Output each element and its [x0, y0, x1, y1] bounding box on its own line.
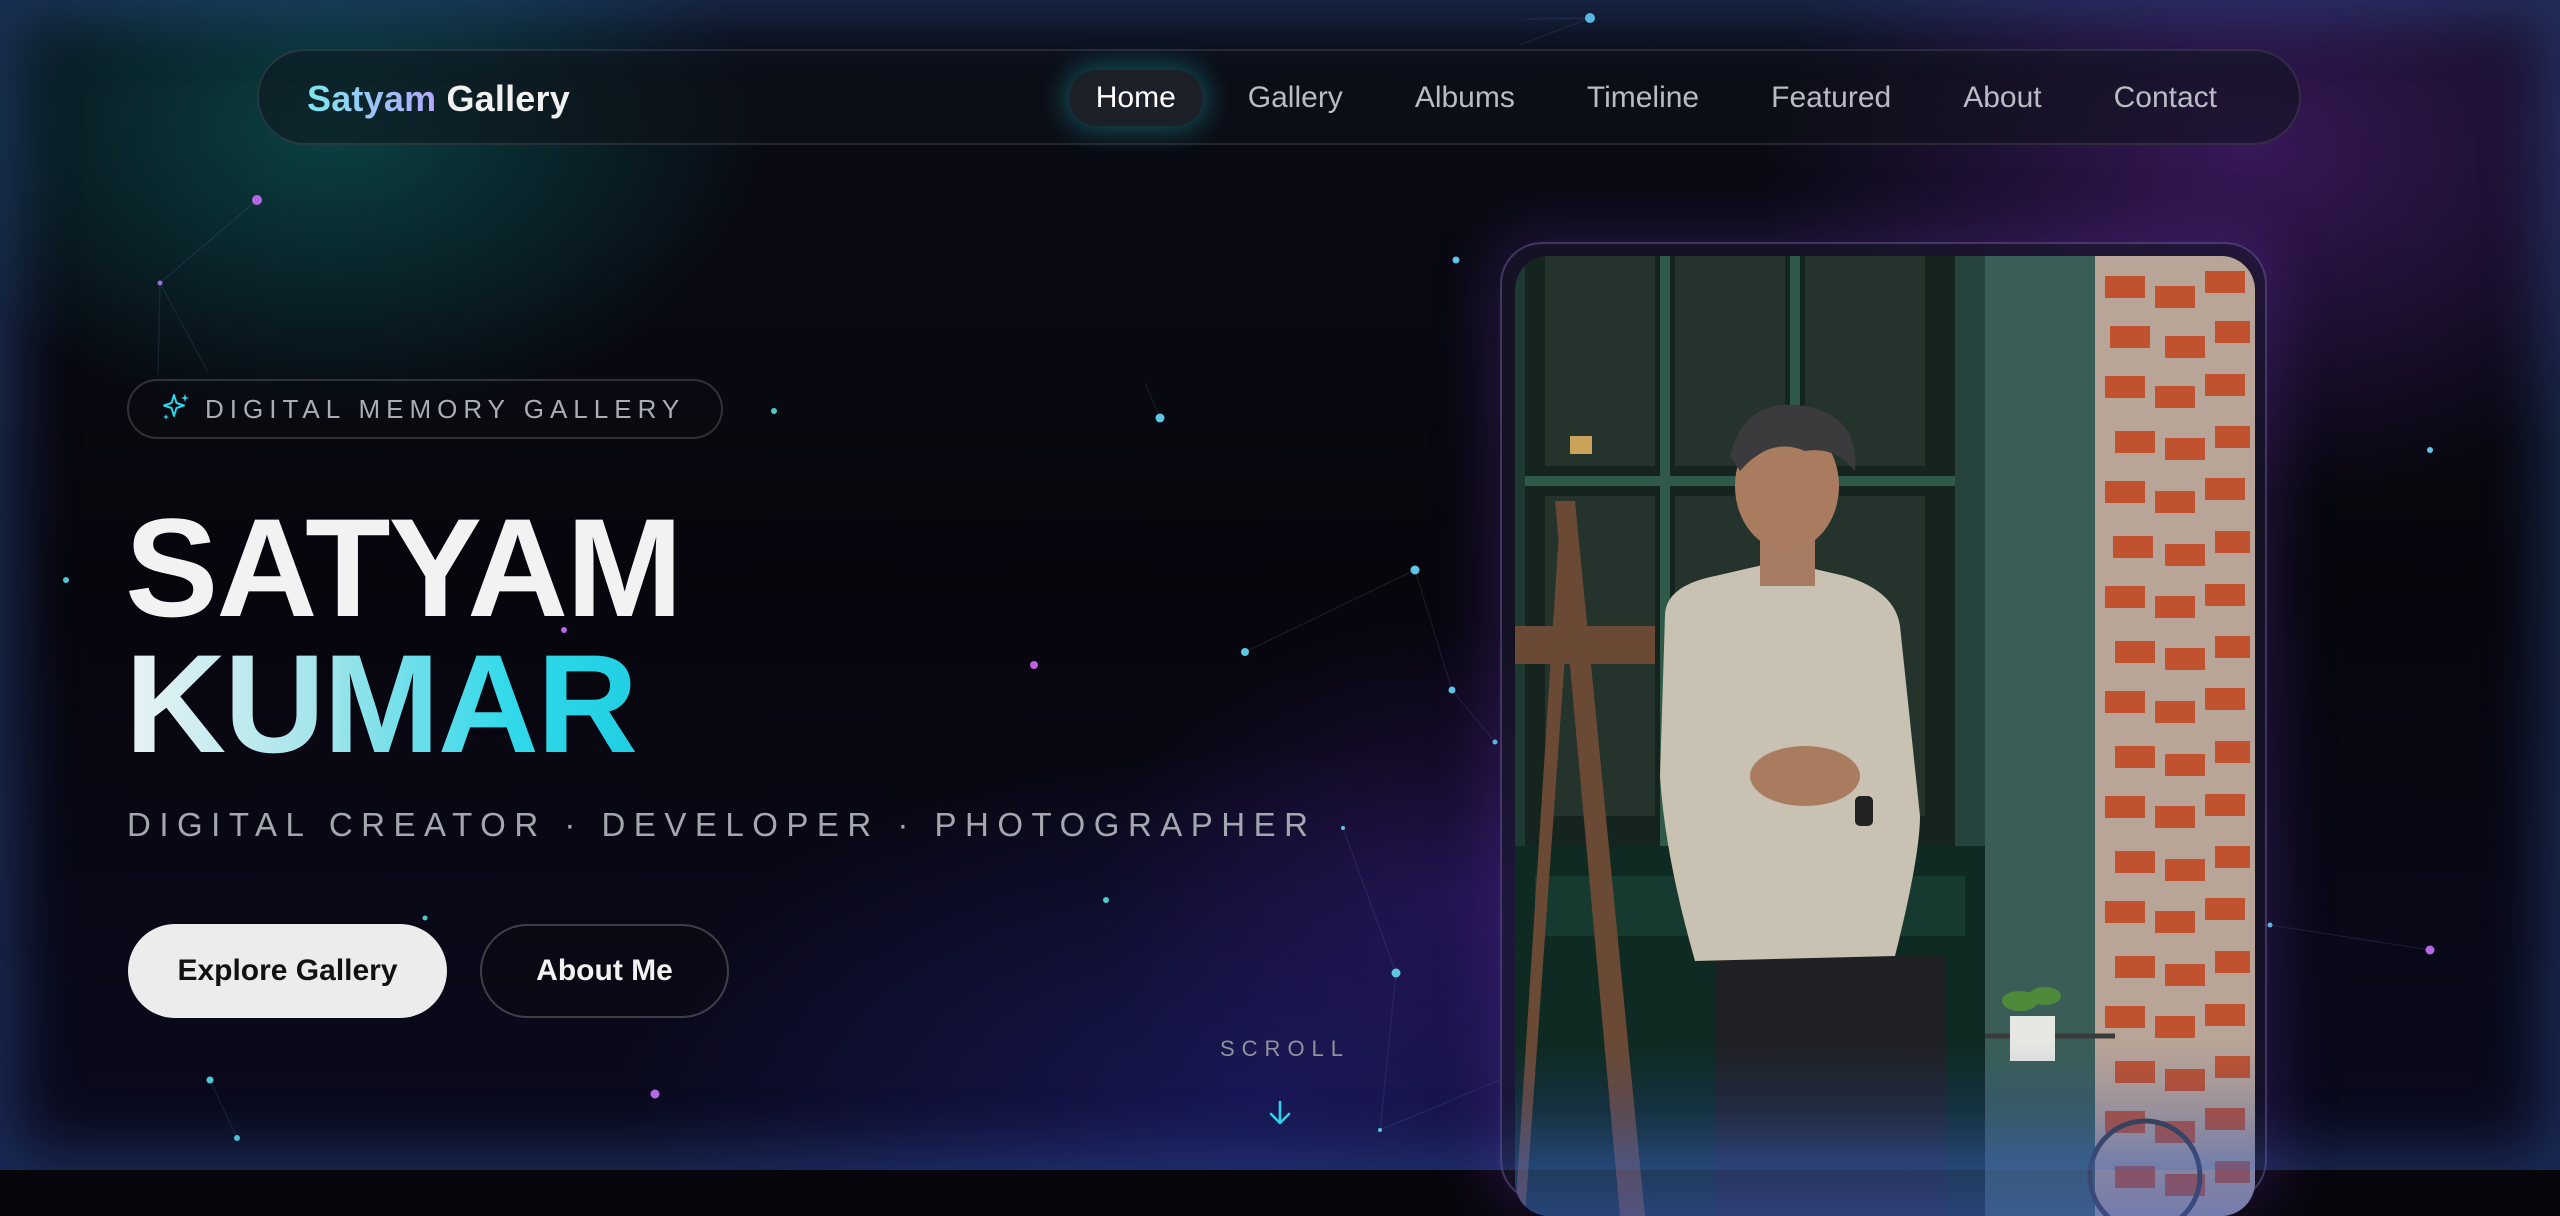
nav-link-home[interactable]: Home: [1068, 70, 1203, 126]
nav-link-albums[interactable]: Albums: [1388, 70, 1542, 126]
hero-tagline: DIGITAL CREATOR · DEVELOPER · PHOTOGRAPH…: [127, 806, 1317, 843]
nav-link-gallery[interactable]: Gallery: [1221, 70, 1370, 126]
hero-badge: DIGITAL MEMORY GALLERY: [127, 379, 724, 439]
brand-first: Satyam: [307, 78, 437, 119]
nav-link-about[interactable]: About: [1936, 70, 2068, 126]
nav-link-featured[interactable]: Featured: [1744, 70, 1918, 126]
brand-second: Gallery: [446, 78, 570, 119]
hero-name-first: SATYAM: [125, 489, 683, 646]
navbar: Satyam Gallery Home Gallery Albums Timel…: [257, 49, 2301, 145]
explore-gallery-button[interactable]: Explore Gallery: [128, 924, 447, 1018]
profile-photo: [1515, 256, 2255, 1216]
scroll-label: SCROLL: [1220, 1036, 1351, 1061]
brand-logo[interactable]: Satyam Gallery: [307, 78, 570, 120]
nav-link-timeline[interactable]: Timeline: [1560, 70, 1726, 126]
nav-links: Home Gallery Albums Timeline Featured Ab…: [1068, 70, 2244, 126]
arrow-down-icon[interactable]: [1266, 1098, 1294, 1133]
badge-text: DIGITAL MEMORY GALLERY: [205, 393, 686, 424]
hero-name-last: KUMAR: [125, 625, 638, 782]
about-me-button[interactable]: About Me: [480, 924, 729, 1018]
nav-link-contact[interactable]: Contact: [2087, 70, 2244, 126]
sparkle-icon: [161, 392, 191, 427]
